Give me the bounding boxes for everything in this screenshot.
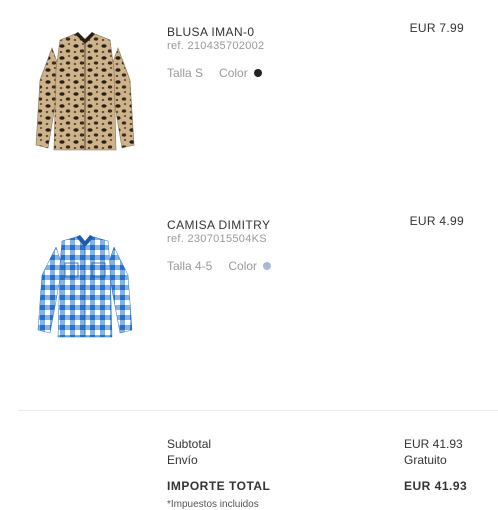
shipping-value: Gratuito: [404, 453, 447, 467]
product-color-label: Color: [219, 66, 248, 80]
color-swatch-icon: [253, 69, 262, 77]
total-value: EUR 41.93: [404, 479, 468, 493]
cart-item: BLUSA IMAN-0 ref. 210435702002 Talla S C…: [0, 0, 498, 190]
product-ref: ref. 2307015504KS: [167, 233, 267, 245]
product-price: EUR 4.99: [409, 214, 464, 228]
product-size: Talla S: [167, 66, 204, 80]
product-size: Talla 4-5: [167, 259, 213, 273]
product-image-leopard-blouse[interactable]: [30, 30, 140, 155]
product-image-gingham-shirt[interactable]: [30, 235, 140, 345]
product-attributes: Talla 4-5 Color: [167, 259, 272, 273]
product-attributes: Talla S Color: [167, 66, 262, 80]
subtotal-value: EUR 41.93: [404, 437, 463, 451]
summary-divider: [18, 410, 498, 411]
product-name[interactable]: BLUSA IMAN-0: [167, 25, 255, 39]
total-label: IMPORTE TOTAL: [167, 479, 271, 493]
product-ref: ref. 210435702002: [167, 40, 265, 52]
product-color-label: Color: [228, 259, 258, 273]
shipping-label: Envío: [167, 453, 198, 467]
tax-note: *Impuestos incluidos: [167, 499, 259, 510]
subtotal-label: Subtotal: [167, 437, 212, 451]
cart-item: CAMISA DIMITRY ref. 2307015504KS Talla 4…: [0, 190, 498, 390]
color-swatch-icon: [263, 262, 272, 270]
product-price: EUR 7.99: [409, 21, 464, 35]
product-name[interactable]: CAMISA DIMITRY: [167, 218, 270, 232]
